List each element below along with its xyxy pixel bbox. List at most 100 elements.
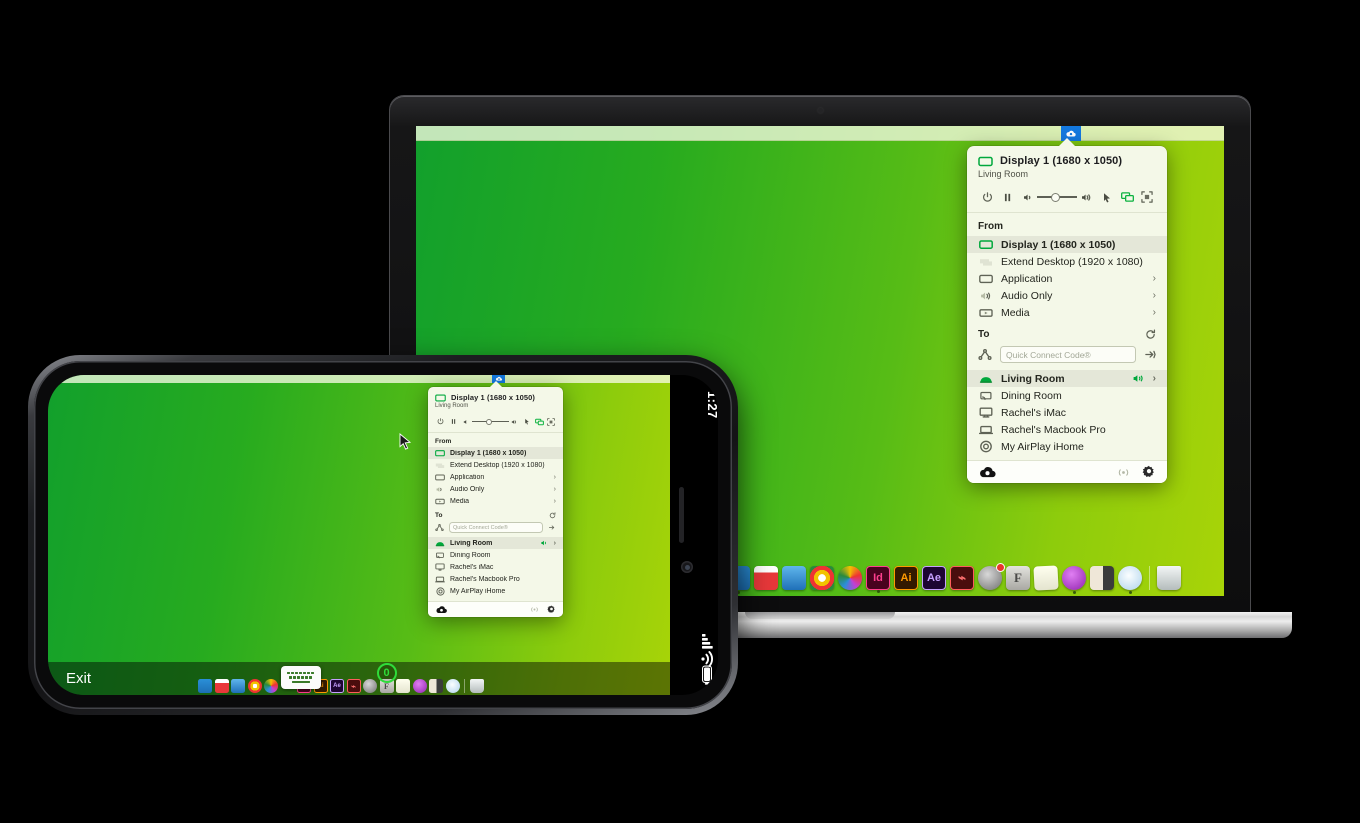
from-item-media[interactable]: Media › <box>967 304 1167 321</box>
from-item-media[interactable]: Media › <box>428 495 563 507</box>
gear-icon[interactable] <box>1142 465 1156 479</box>
dock-item-photos[interactable] <box>264 679 278 693</box>
extend-desktop-icon <box>435 462 445 469</box>
to-item-label: My AirPlay iHome <box>450 587 506 595</box>
dock-item-trash[interactable] <box>1157 566 1181 590</box>
panel-subtitle: Living Room <box>435 403 469 409</box>
from-item-label: Display 1 (1680 x 1050) <box>450 449 527 457</box>
monitor-icon <box>435 449 445 457</box>
dock-item-system-preferences[interactable] <box>978 563 1005 590</box>
dock-item-textedit[interactable] <box>429 679 443 693</box>
audio-active-icon <box>541 540 549 546</box>
from-item-display-1[interactable]: Display 1 (1680 x 1050) <box>428 447 563 459</box>
dock-item-system-preferences[interactable] <box>363 679 377 693</box>
to-item-rachels-imac[interactable]: Rachel's iMac <box>967 404 1167 421</box>
panel-controls <box>967 185 1167 213</box>
to-item-rachels-macbook-pro[interactable]: Rachel's Macbook Pro <box>967 421 1167 438</box>
imac-icon <box>978 407 993 418</box>
from-item-application[interactable]: Application › <box>428 471 563 483</box>
to-item-rachels-imac[interactable]: Rachel's iMac <box>428 561 563 573</box>
dock-item-illustrator[interactable]: Ai <box>894 566 918 590</box>
extend-desktop-icon[interactable] <box>1117 189 1137 205</box>
from-item-label: Audio Only <box>1001 289 1053 302</box>
to-item-rachels-macbook-pro[interactable]: Rachel's Macbook Pro <box>428 573 563 585</box>
notification-badge-count: 0 <box>376 663 397 683</box>
dock-item-acrobat[interactable]: ⌁ <box>950 566 974 590</box>
to-item-label: Rachel's Macbook Pro <box>450 575 520 583</box>
from-item-label: Media <box>450 497 470 505</box>
dock-item-itunes[interactable] <box>412 679 427 693</box>
to-item-living-room[interactable]: Living Room › <box>967 370 1167 387</box>
dock-item-trash[interactable] <box>469 679 484 693</box>
dock-item-photos[interactable] <box>838 566 862 590</box>
dock-item-mail[interactable] <box>782 566 806 590</box>
from-item-audio-only[interactable]: Audio Only › <box>967 287 1167 304</box>
dock-item-indesign[interactable]: Id <box>866 566 890 593</box>
to-item-dining-room[interactable]: Dining Room <box>428 549 563 561</box>
keyboard-icon[interactable] <box>280 666 321 689</box>
media-icon <box>435 498 445 505</box>
dock-item-safari[interactable] <box>1118 566 1142 594</box>
airparrot-cloud-icon[interactable] <box>435 605 448 614</box>
dock-item-font-book[interactable]: F <box>1006 566 1030 590</box>
crop-region-icon[interactable] <box>545 416 557 427</box>
to-item-living-room[interactable]: Living Room › <box>428 537 563 549</box>
phone-mirrored-dock[interactable]: Id Ai Ae ⌁ F 0 <box>198 663 484 693</box>
dock-item-chrome[interactable] <box>810 566 834 590</box>
pointer-arrow-icon[interactable] <box>1097 189 1117 205</box>
pause-icon[interactable] <box>447 416 460 427</box>
dock-item-chrome[interactable] <box>247 679 262 693</box>
to-item-label: Rachel's Macbook Pro <box>1001 423 1106 436</box>
from-item-label: Application <box>450 473 485 481</box>
dock-item-aftereffects[interactable]: Ae <box>330 679 344 693</box>
dock-item-finder[interactable] <box>198 679 212 693</box>
chevron-right-icon: › <box>553 539 556 547</box>
refresh-icon[interactable] <box>549 512 556 519</box>
power-icon[interactable] <box>434 416 447 427</box>
gear-icon[interactable] <box>547 605 556 614</box>
to-item-label: Dining Room <box>1001 389 1062 402</box>
from-item-display-1[interactable]: Display 1 (1680 x 1050) <box>967 236 1167 253</box>
quick-connect-code-input[interactable] <box>449 522 543 533</box>
dock-item-itunes[interactable] <box>1062 566 1086 594</box>
from-item-label: Audio Only <box>450 485 485 493</box>
volume-slider[interactable] <box>460 418 521 425</box>
refresh-icon[interactable] <box>1145 329 1156 340</box>
dock-item-textedit[interactable] <box>1090 566 1114 590</box>
crop-region-icon[interactable] <box>1137 189 1157 205</box>
to-item-my-airplay-ihome[interactable]: My AirPlay iHome <box>428 585 563 597</box>
pause-icon[interactable] <box>997 189 1017 205</box>
to-item-dining-room[interactable]: Dining Room <box>967 387 1167 404</box>
pointer-arrow-icon[interactable] <box>521 416 533 427</box>
extend-desktop-icon[interactable] <box>533 416 545 427</box>
to-item-label: Living Room <box>450 539 493 547</box>
from-item-extend-desktop[interactable]: Extend Desktop (1920 x 1080) <box>428 459 563 471</box>
from-item-audio-only[interactable]: Audio Only › <box>428 483 563 495</box>
from-item-application[interactable]: Application › <box>967 270 1167 287</box>
broadcast-icon[interactable] <box>530 606 539 613</box>
phone-macos-menubar <box>48 375 670 383</box>
connect-arrow-icon[interactable] <box>1144 349 1156 360</box>
dock-item-calendar[interactable] <box>214 679 229 693</box>
airplay-speaker-icon <box>435 586 445 596</box>
dock-item-safari[interactable] <box>445 679 460 693</box>
dock-item-aftereffects[interactable]: Ae <box>922 566 946 590</box>
airparrot-cloud-icon[interactable] <box>978 465 997 479</box>
volume-slider[interactable] <box>1017 192 1097 202</box>
dock-item-stickies[interactable] <box>396 679 410 693</box>
to-item-my-airplay-ihome[interactable]: My AirPlay iHome <box>967 438 1167 455</box>
laptop-base-notch <box>745 612 895 619</box>
macos-dock[interactable]: Id Ai Ae ⌁ F <box>718 560 1189 594</box>
power-icon[interactable] <box>977 189 997 205</box>
dock-item-mail[interactable] <box>231 679 245 693</box>
connect-arrow-icon[interactable] <box>548 524 556 531</box>
dock-item-acrobat[interactable]: ⌁ <box>346 679 361 693</box>
mouse-pointer-icon <box>399 433 412 450</box>
broadcast-icon[interactable] <box>1117 467 1130 478</box>
quick-connect-code-input[interactable] <box>1000 346 1136 363</box>
keyboard-overlay-slot <box>280 666 321 693</box>
exit-button[interactable]: Exit <box>48 670 91 687</box>
dock-item-calendar[interactable] <box>754 566 778 590</box>
dock-item-stickies[interactable] <box>1033 565 1059 591</box>
from-item-extend-desktop[interactable]: Extend Desktop (1920 x 1080) <box>967 253 1167 270</box>
